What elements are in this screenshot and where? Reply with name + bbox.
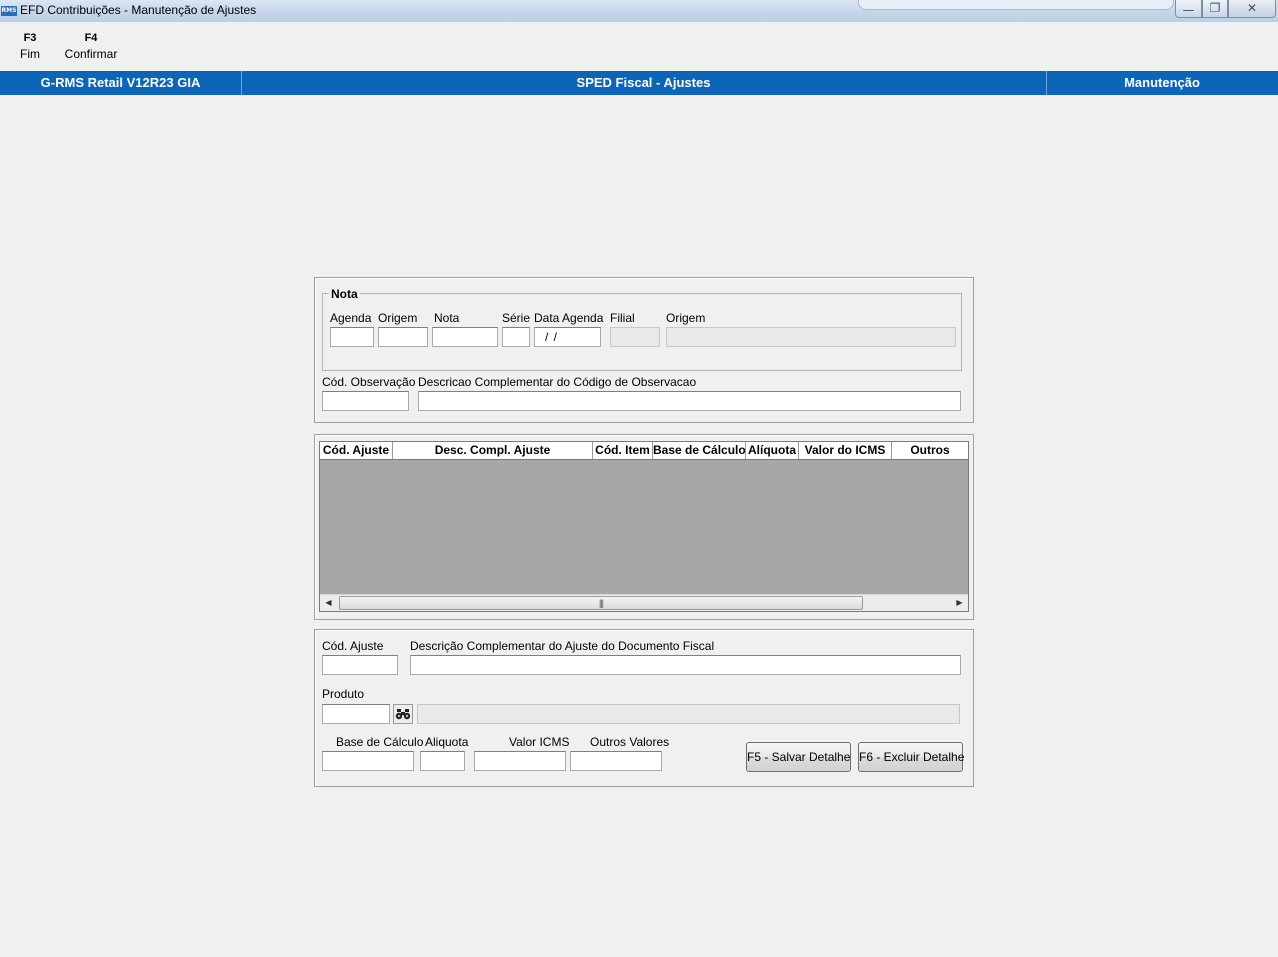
cod-ajuste-label: Cód. Ajuste [322, 639, 384, 653]
ajustes-grid[interactable]: Cód. Ajuste Desc. Compl. Ajuste Cód. Ite… [319, 441, 969, 612]
window-title: EFD Contribuições - Manutenção de Ajuste… [20, 3, 257, 17]
fim-key: F3 [23, 32, 37, 44]
column-header[interactable]: Outros [892, 442, 968, 459]
base-calculo-field[interactable] [322, 751, 414, 771]
cod-observacao-label: Cód. Observação [322, 375, 416, 389]
column-header[interactable]: Cód. Ajuste [320, 442, 393, 459]
agenda-label: Agenda [330, 311, 372, 325]
produto-desc-field [417, 704, 960, 724]
data-agenda-label: Data Agenda [534, 311, 604, 325]
delete-detail-button[interactable]: F6 - Excluir Detalhe [858, 742, 964, 772]
nota-label: Nota [434, 311, 460, 325]
outros-valores-label: Outros Valores [590, 735, 670, 749]
aliquota-field[interactable] [420, 751, 465, 771]
column-header[interactable]: Alíquota [746, 442, 799, 459]
aliquota-label: Aliquota [425, 735, 469, 749]
binoculars-icon [395, 709, 411, 720]
column-header[interactable]: Desc. Compl. Ajuste [393, 442, 593, 459]
produto-label: Produto [322, 687, 365, 701]
header-bar: G-RMS Retail V12R23 GIA SPED Fiscal - Aj… [0, 71, 1278, 95]
valor-icms-field[interactable] [474, 751, 566, 771]
desc-observacao-field[interactable] [418, 391, 961, 411]
minimize-icon: — [1182, 3, 1195, 17]
fim-button[interactable]: F3 Fim [14, 30, 46, 61]
product-search-button[interactable] [393, 704, 413, 724]
origem-desc-label: Origem [666, 311, 706, 325]
app-icon: RMS [1, 6, 17, 16]
filial-label: Filial [610, 311, 635, 325]
save-detail-button[interactable]: F5 - Salvar Detalhe [746, 742, 851, 772]
column-header[interactable]: Cód. Item [593, 442, 653, 459]
cod-observacao-field[interactable] [322, 391, 409, 411]
close-icon: ✕ [1246, 1, 1258, 15]
restore-icon: ❐ [1209, 1, 1221, 15]
cod-ajuste-field[interactable] [322, 655, 398, 675]
confirmar-button[interactable]: F4 Confirmar [60, 30, 122, 61]
desc-ajuste-field[interactable] [410, 655, 961, 675]
fim-label: Fim [20, 47, 40, 61]
filial-field [610, 327, 660, 347]
produto-field[interactable] [322, 704, 390, 724]
desc-ajuste-label: Descrição Complementar do Ajuste do Docu… [410, 639, 715, 653]
scroll-right-icon[interactable]: ▶ [951, 595, 968, 611]
title-bar-decoration [858, 0, 1174, 10]
confirmar-label: Confirmar [64, 47, 118, 61]
close-button[interactable]: ✕ [1228, 0, 1276, 18]
scroll-grip-icon: ||| [598, 598, 604, 608]
screen-mode: Manutenção [1124, 75, 1200, 90]
desc-observacao-label: Descricao Complementar do Código de Obse… [418, 375, 697, 389]
minimize-button[interactable]: — [1175, 0, 1202, 18]
nota-field[interactable] [432, 327, 498, 347]
origem-label: Origem [378, 311, 418, 325]
serie-field[interactable] [502, 327, 530, 347]
system-version: G-RMS Retail V12R23 GIA [40, 75, 201, 90]
horizontal-scrollbar[interactable]: ◀ ||| ▶ [320, 594, 968, 611]
outros-valores-field[interactable] [570, 751, 662, 771]
serie-label: Série [502, 311, 531, 325]
origem-field[interactable] [378, 327, 428, 347]
valor-icms-label: Valor ICMS [509, 735, 570, 749]
screen-title: SPED Fiscal - Ajustes [576, 75, 711, 90]
confirmar-key: F4 [84, 32, 98, 44]
column-header[interactable]: Base de Cálculo [653, 442, 746, 459]
maximize-button[interactable]: ❐ [1202, 0, 1228, 18]
title-bar: RMS EFD Contribuições - Manutenção de Aj… [0, 0, 1278, 22]
base-calculo-label: Base de Cálculo [336, 735, 424, 749]
nota-group-title: Nota [329, 287, 360, 301]
scroll-left-icon[interactable]: ◀ [320, 595, 337, 611]
column-header[interactable]: Valor do ICMS [799, 442, 892, 459]
data-agenda-field[interactable]: / / [534, 327, 601, 347]
scrollbar-thumb[interactable]: ||| [339, 596, 863, 610]
grid-header: Cód. Ajuste Desc. Compl. Ajuste Cód. Ite… [320, 442, 968, 460]
agenda-field[interactable] [330, 327, 374, 347]
origem-desc-field [666, 327, 956, 347]
